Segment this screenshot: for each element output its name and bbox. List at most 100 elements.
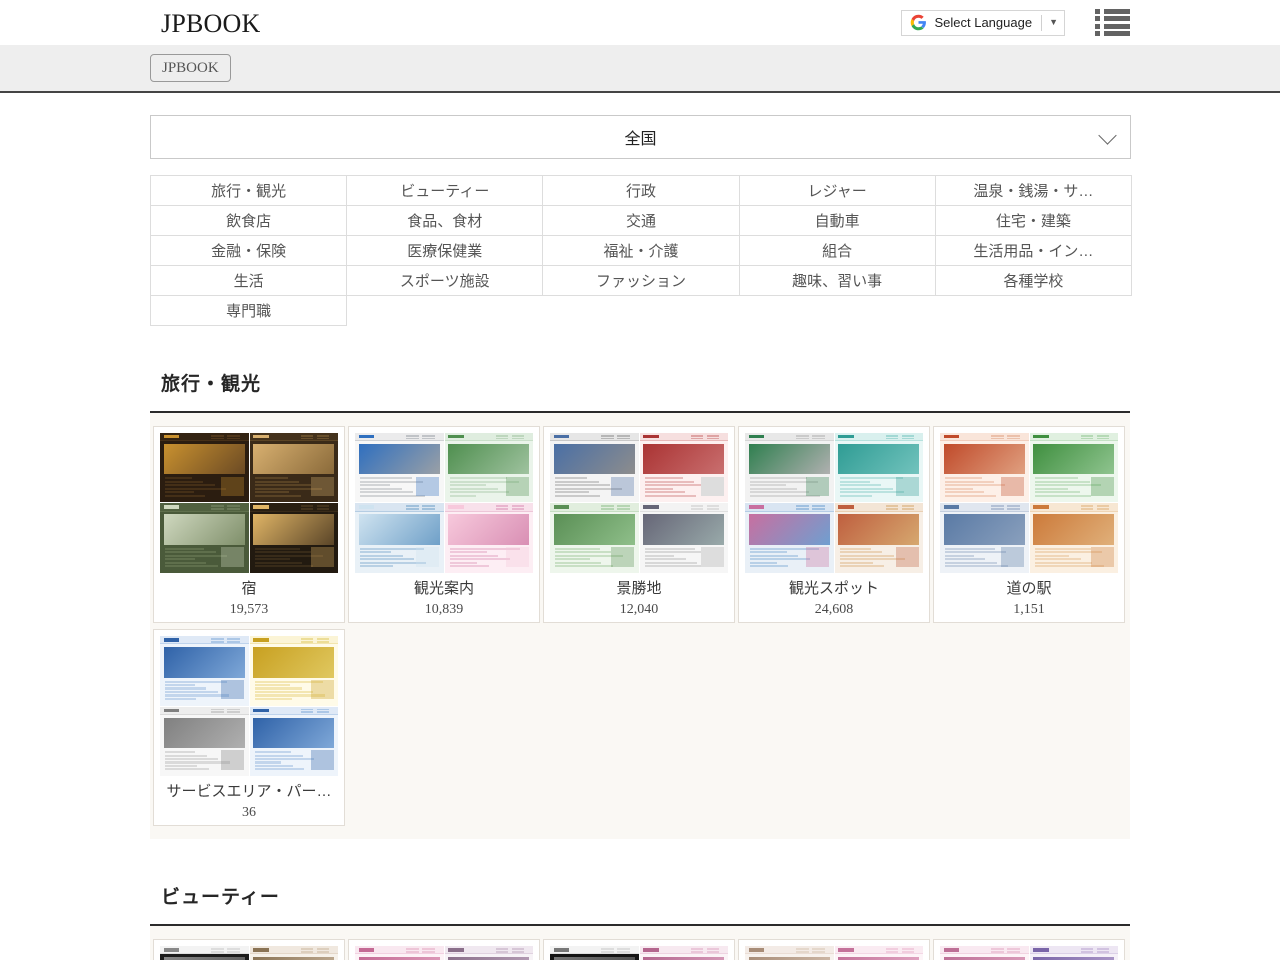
category-table-wrap: 旅行・観光 ビューティー 行政 レジャー 温泉・銭湯・サ… 飲食店 食品、食材 交通 自動車 住宅… <box>0 159 1280 326</box>
thumbnail-tile <box>745 946 834 960</box>
cards-row: 宿 19,573 観光案内 10,839 景勝地 12,040 観光スポット 24,608 道の… <box>150 423 1130 830</box>
category-cell[interactable]: 金融・保険 <box>149 235 348 266</box>
chevron-down-icon[interactable]: ▼ <box>1049 18 1058 27</box>
category-cell[interactable]: 旅行・観光 <box>149 175 348 206</box>
category-cell[interactable]: 住宅・建築 <box>934 205 1132 236</box>
thumbnail-tile <box>355 946 444 960</box>
category-section: ビューティー <box>0 857 1280 960</box>
thumbnail-tile <box>160 503 249 573</box>
category-cell[interactable]: ファッション <box>542 265 740 296</box>
thumbnail-tile <box>1029 946 1118 960</box>
chevron-down-icon <box>1098 126 1117 145</box>
thumbnail-tile <box>160 636 249 706</box>
category-cell[interactable]: 医療保健業 <box>346 235 544 266</box>
google-g-icon <box>911 14 927 31</box>
thumbnail-tile <box>160 946 249 960</box>
card-thumbnail <box>355 432 533 573</box>
header-right-tools: Select Language ▼ <box>901 8 1130 37</box>
cards-panel: 宿 19,573 観光案内 10,839 景勝地 12,040 観光スポット 24,608 道の… <box>150 412 1130 840</box>
region-select[interactable]: 全国 <box>150 115 1131 159</box>
thumbnail-tile <box>940 946 1029 960</box>
category-cell[interactable]: 生活 <box>149 265 348 296</box>
thumbnail-tile <box>160 706 249 777</box>
category-cell[interactable]: レジャー <box>738 175 936 206</box>
category-cell[interactable]: 食品、食材 <box>346 205 544 236</box>
cards-row <box>150 936 1130 960</box>
category-cell-empty <box>543 296 739 326</box>
category-row: 生活 スポーツ施設 ファッション 趣味、習い事 各種学校 <box>149 265 1132 296</box>
page-root: JPBOOK Select Language ▼ JPBOOK 全国 旅行・観光… <box>0 0 1280 960</box>
thumbnail-tile <box>355 432 444 503</box>
section-title: ビューティー <box>161 887 280 909</box>
category-cell[interactable]: スポーツ施設 <box>346 265 544 296</box>
card-thumbnail <box>160 946 338 960</box>
category-cell[interactable]: 生活用品・イン… <box>934 235 1132 266</box>
category-card[interactable] <box>543 939 735 960</box>
category-cell[interactable]: 交通 <box>542 205 740 236</box>
thumbnail-tile <box>834 432 923 503</box>
card-thumbnail <box>160 636 338 777</box>
breadcrumb-item-jpbook[interactable]: JPBOOK <box>150 53 231 83</box>
category-cell[interactable]: 趣味、習い事 <box>738 265 936 296</box>
thumbnail-tile <box>249 503 338 573</box>
breadcrumb: JPBOOK <box>0 45 1280 93</box>
category-row: 飲食店 食品、食材 交通 自動車 住宅・建築 <box>149 205 1132 236</box>
card-count: 12,040 <box>619 601 659 617</box>
category-cell[interactable]: 福祉・介護 <box>542 235 740 266</box>
card-count: 19,573 <box>229 601 269 617</box>
category-cell-empty <box>739 296 935 326</box>
thumbnail-tile <box>249 946 338 960</box>
category-cell[interactable]: 組合 <box>738 235 936 266</box>
card-title: 観光スポット <box>788 579 879 597</box>
card-count: 36 <box>242 804 256 820</box>
menu-line <box>1095 23 1130 29</box>
thumbnail-tile <box>355 503 444 573</box>
thumbnail-tile <box>550 503 639 573</box>
category-card[interactable] <box>153 939 345 960</box>
section-header: 旅行・観光 <box>150 344 1130 413</box>
thumbnail-tile <box>1029 503 1118 573</box>
list-menu-icon[interactable] <box>1095 8 1130 37</box>
card-title: 道の駅 <box>1006 579 1052 597</box>
region-select-value: 全国 <box>624 131 657 148</box>
category-card[interactable] <box>348 939 540 960</box>
thumbnail-tile <box>444 432 533 503</box>
category-cell[interactable]: 行政 <box>542 175 740 206</box>
thumbnail-tile <box>249 636 338 706</box>
category-card[interactable] <box>933 939 1125 960</box>
category-cell[interactable]: 各種学校 <box>934 265 1132 296</box>
thumbnail-tile <box>639 503 728 573</box>
card-thumbnail <box>940 946 1118 960</box>
thumbnail-tile <box>639 946 728 960</box>
category-cell[interactable]: 温泉・銭湯・サ… <box>934 175 1132 206</box>
thumbnail-tile <box>1029 432 1118 503</box>
thumbnail-tile <box>160 432 249 503</box>
google-translate-widget[interactable]: Select Language ▼ <box>901 9 1065 36</box>
card-thumbnail <box>160 432 338 573</box>
category-cell[interactable]: ビューティー <box>346 175 544 206</box>
category-card[interactable]: サービスエリア・パー… 36 <box>153 629 345 827</box>
menu-line <box>1095 8 1130 14</box>
thumbnail-tile <box>940 503 1029 573</box>
section-title: 旅行・観光 <box>161 374 262 395</box>
category-cell[interactable]: 飲食店 <box>149 205 348 236</box>
thumbnail-tile <box>249 706 338 777</box>
category-card[interactable]: 観光案内 10,839 <box>348 425 540 624</box>
thumbnail-tile <box>834 946 923 960</box>
card-count: 24,608 <box>814 601 854 617</box>
category-card[interactable]: 観光スポット 24,608 <box>738 425 930 624</box>
category-card[interactable]: 宿 19,573 <box>153 425 345 624</box>
category-card[interactable] <box>738 939 930 960</box>
translate-label: Select Language <box>934 15 1033 30</box>
thumbnail-tile <box>940 432 1029 503</box>
category-card[interactable]: 道の駅 1,151 <box>933 425 1125 624</box>
category-row: 金融・保険 医療保健業 福祉・介護 組合 生活用品・イン… <box>149 235 1132 266</box>
category-card[interactable]: 景勝地 12,040 <box>543 425 735 624</box>
card-thumbnail <box>355 946 533 960</box>
thumbnail-tile <box>745 432 834 503</box>
category-cell[interactable]: 自動車 <box>738 205 936 236</box>
thumbnail-tile <box>834 503 923 573</box>
thumbnail-tile <box>249 432 338 503</box>
category-row: 専門職 <box>149 295 1132 326</box>
category-cell[interactable]: 専門職 <box>149 295 348 326</box>
